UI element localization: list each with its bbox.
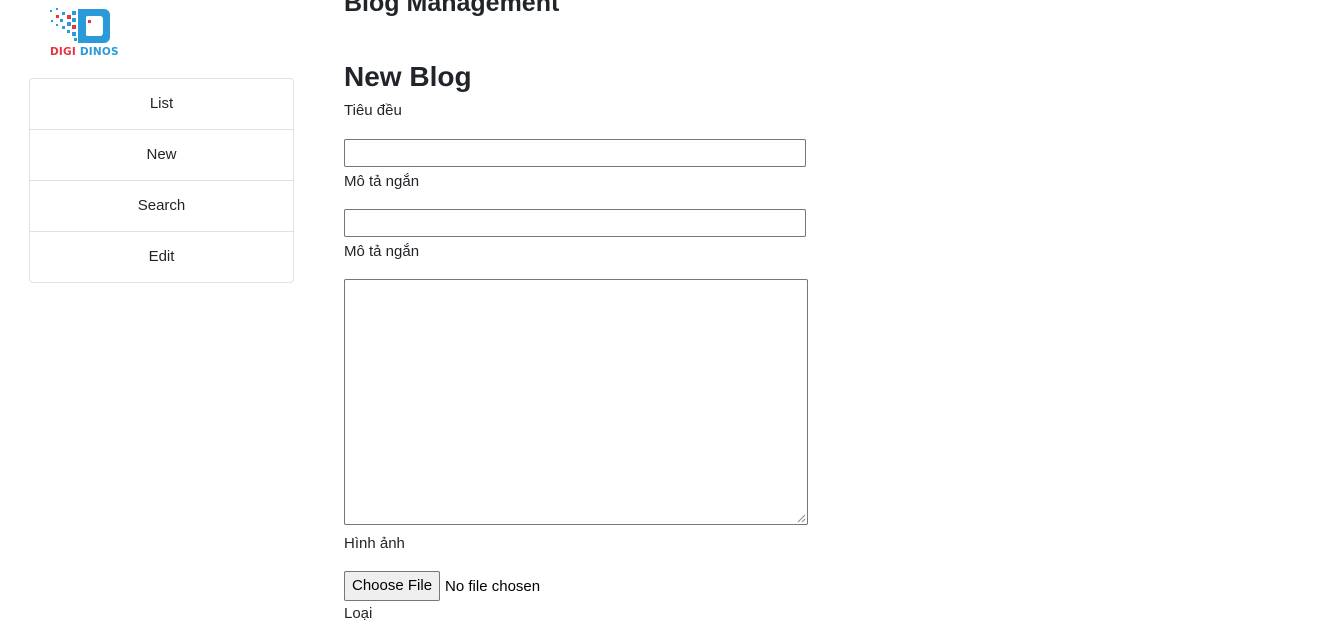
brand-word-dinos: DINOS xyxy=(79,46,119,58)
page: DIGI DINOS List New Search Edit Blog Man… xyxy=(0,0,1343,625)
file-status-text: No file chosen xyxy=(445,577,541,595)
image-label: Hình ảnh xyxy=(344,535,405,552)
sidebar-item-search[interactable]: Search xyxy=(30,181,293,232)
category-label: Loại xyxy=(344,605,373,622)
title-input[interactable] xyxy=(344,139,806,167)
resize-grip-icon[interactable] xyxy=(797,514,806,523)
sidebar-item-new[interactable]: New xyxy=(30,130,293,181)
short-description-input[interactable] xyxy=(344,209,806,237)
sidebar-menu: List New Search Edit xyxy=(29,78,294,283)
brand-wordmark: DIGI DINOS xyxy=(50,46,119,58)
short-description-label: Mô tả ngắn xyxy=(344,173,420,190)
brand-logo[interactable]: DIGI DINOS xyxy=(48,6,122,62)
digi-dinos-logo-icon xyxy=(50,8,110,43)
content-textarea[interactable] xyxy=(344,279,808,525)
page-title: Blog Management xyxy=(344,0,560,17)
sidebar-item-edit[interactable]: Edit xyxy=(30,232,293,282)
section-title: New Blog xyxy=(344,61,472,92)
title-label: Tiêu đều xyxy=(344,102,402,119)
brand-word-digi: DIGI xyxy=(50,46,76,58)
content-label: Mô tả ngắn xyxy=(344,243,420,260)
sidebar-item-list[interactable]: List xyxy=(30,79,293,130)
image-file-input: Choose File No file chosen xyxy=(344,571,540,601)
choose-file-button[interactable]: Choose File xyxy=(344,571,441,601)
